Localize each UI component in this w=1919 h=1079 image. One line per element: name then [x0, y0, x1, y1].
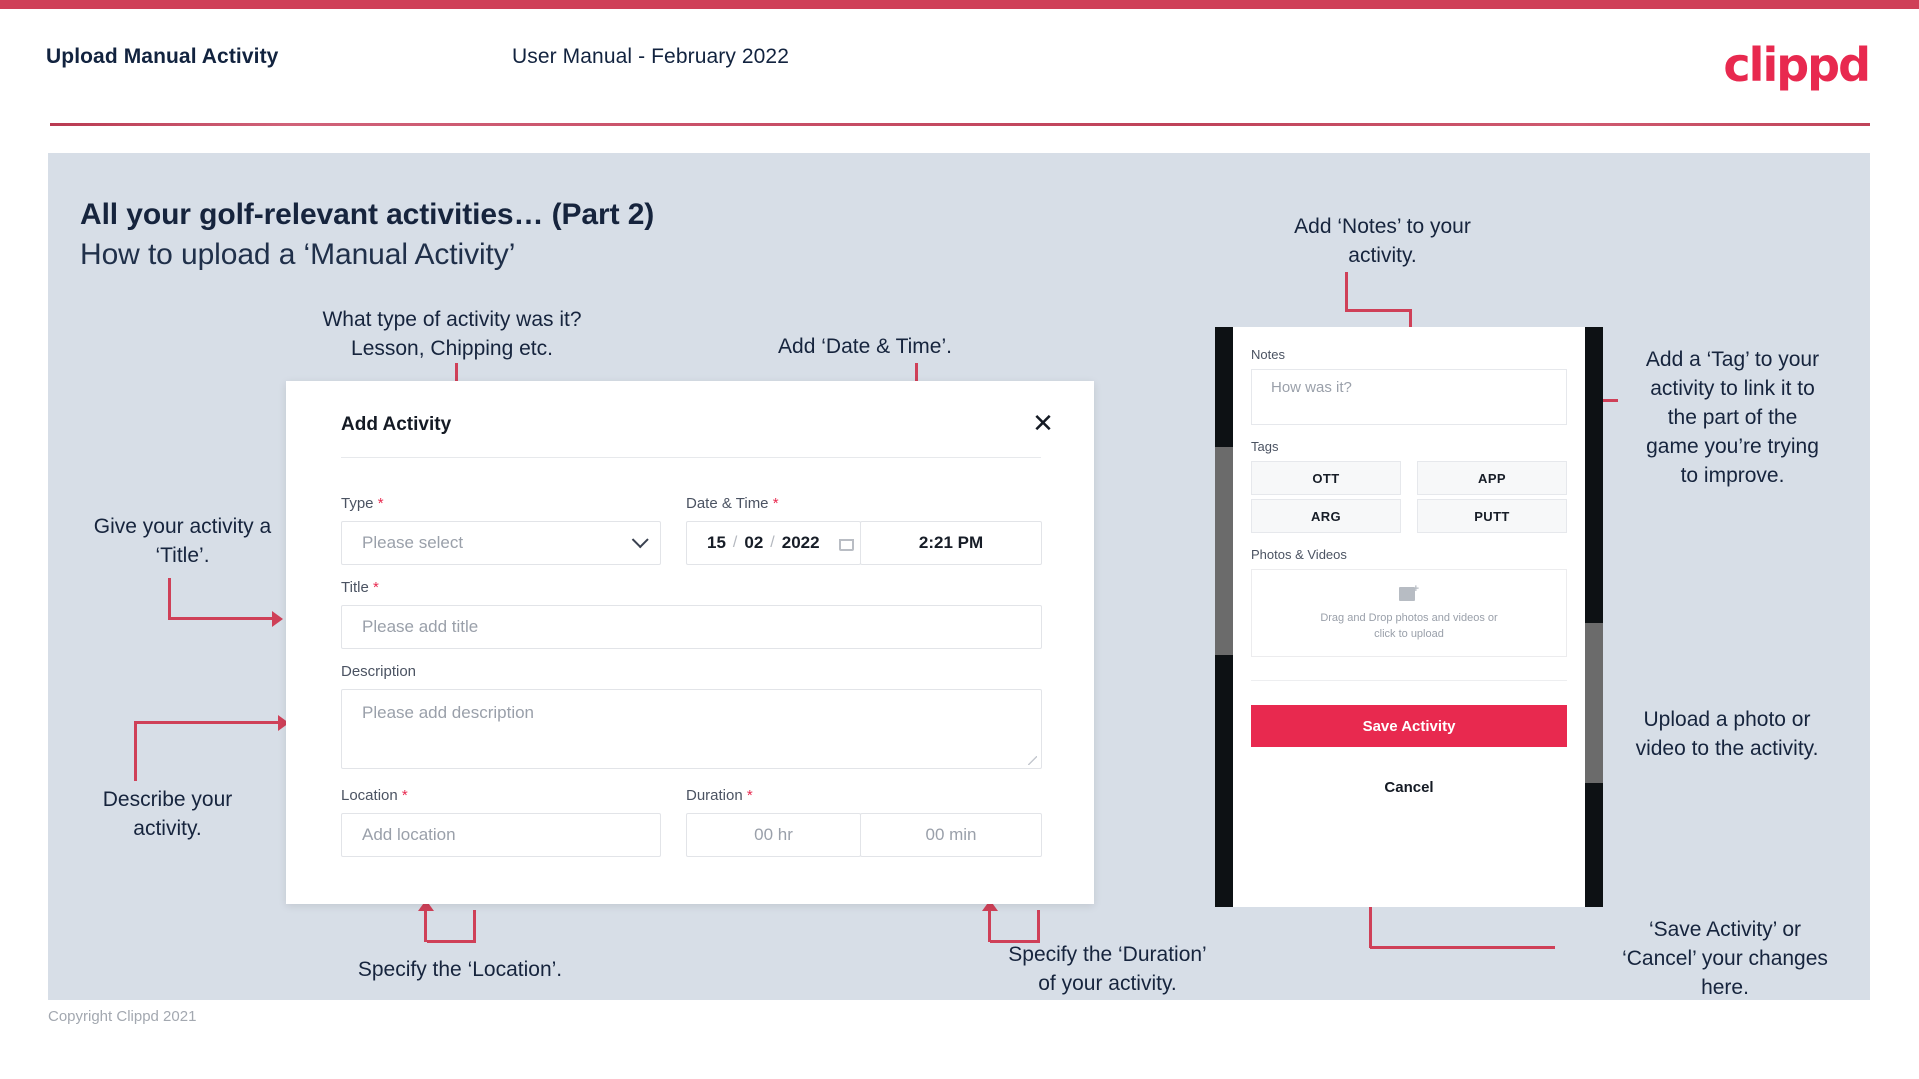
tag-app-label: APP	[1478, 470, 1506, 486]
resize-grip-icon[interactable]	[1028, 756, 1037, 765]
type-placeholder: Please select	[362, 533, 464, 552]
duration-required-marker: *	[746, 787, 753, 804]
date-sep-2: /	[770, 534, 775, 551]
title-placeholder: Please add title	[362, 617, 479, 636]
dialog-divider	[341, 457, 1041, 458]
close-icon[interactable]: ✕	[1026, 406, 1060, 440]
time-value: 2:21 PM	[918, 533, 984, 552]
annotation-duration: Specify the ‘Duration’ of your activity.	[1008, 943, 1207, 995]
tag-arg-label: ARG	[1310, 508, 1342, 524]
cancel-label: Cancel	[1384, 779, 1434, 796]
notes-textarea[interactable]	[1251, 369, 1567, 425]
notes-placeholder: How was it?	[1271, 379, 1352, 396]
phone-divider	[1251, 680, 1567, 681]
annotation-location: Specify the ‘Location’.	[357, 958, 563, 981]
tag-ott-label: OTT	[1312, 470, 1340, 486]
calendar-icon[interactable]	[838, 535, 854, 551]
duration-hours-input[interactable]: 00 hr	[686, 813, 861, 857]
duration-label-text: Duration	[686, 787, 743, 804]
save-activity-label: Save Activity	[1362, 717, 1456, 735]
location-label-text: Location	[341, 787, 398, 804]
phone-screen: Notes How was it? Tags OTT APP ARG PUTT …	[1233, 327, 1585, 907]
phone-left-button	[1215, 447, 1233, 655]
dialog-title: Add Activity	[341, 414, 452, 435]
date-input[interactable]: 15 / 02 / 2022	[686, 521, 861, 565]
annotation-photos: Upload a photo or video to the activity.	[1635, 708, 1819, 760]
clippd-logo: clippd	[1723, 38, 1871, 92]
page-title: All your golf-relevant activities… (Part…	[80, 198, 655, 231]
annotation-datetime: Add ‘Date & Time’.	[778, 335, 952, 358]
phone-mockup: Notes How was it? Tags OTT APP ARG PUTT …	[1215, 327, 1603, 907]
annotation-notes: Add ‘Notes’ to your activity.	[1294, 215, 1471, 267]
duration-minutes-input[interactable]: 00 min	[860, 813, 1042, 857]
add-image-icon: +	[1399, 583, 1419, 602]
type-label-text: Type	[341, 495, 374, 512]
duration-hours-placeholder: 00 hr	[754, 825, 793, 844]
datetime-required-marker: *	[772, 495, 779, 512]
notes-label: Notes	[1251, 347, 1285, 362]
header-title: Upload Manual Activity	[46, 45, 279, 68]
location-label: Location *	[341, 787, 408, 804]
dropzone-line-1: Drag and Drop photos and videos or	[1320, 611, 1498, 624]
photo-dropzone[interactable]: + Drag and Drop photos and videos or cli…	[1251, 569, 1567, 657]
duration-minutes-placeholder: 00 min	[925, 825, 977, 844]
annotation-save-cancel: ‘Save Activity’ or ‘Cancel’ your changes…	[1622, 918, 1828, 999]
save-activity-button[interactable]: Save Activity	[1251, 705, 1567, 747]
annotation-title: Give your activity a ‘Title’.	[93, 515, 272, 567]
date-day: 15	[707, 533, 726, 552]
tag-app[interactable]: APP	[1417, 461, 1567, 495]
header-subtitle: User Manual - February 2022	[512, 45, 789, 68]
description-label-text: Description	[341, 663, 417, 680]
tag-putt[interactable]: PUTT	[1417, 499, 1567, 533]
duration-label: Duration *	[686, 787, 753, 804]
time-input[interactable]: 2:21 PM	[860, 521, 1042, 565]
annotation-type: What type of activity was it? Lesson, Ch…	[322, 308, 582, 360]
phone-left-edge	[1215, 327, 1233, 907]
type-label: Type *	[341, 495, 384, 512]
top-accent-bar	[0, 0, 1919, 9]
tag-ott[interactable]: OTT	[1251, 461, 1401, 495]
photos-label: Photos & Videos	[1251, 547, 1347, 562]
title-label: Title *	[341, 579, 379, 596]
chevron-down-icon	[631, 531, 649, 549]
tag-arg[interactable]: ARG	[1251, 499, 1401, 533]
location-required-marker: *	[401, 787, 408, 804]
datetime-label: Date & Time *	[686, 495, 779, 512]
location-placeholder: Add location	[362, 825, 456, 844]
page-subtitle: How to upload a ‘Manual Activity’	[80, 238, 516, 271]
description-placeholder: Please add description	[362, 703, 535, 722]
title-label-text: Title	[341, 579, 369, 596]
location-input[interactable]: Add location	[341, 813, 661, 857]
tag-putt-label: PUTT	[1474, 508, 1510, 524]
dropzone-line-2: click to upload	[1374, 627, 1444, 640]
date-sep-1: /	[732, 534, 738, 551]
header-divider	[50, 123, 1870, 126]
title-required-marker: *	[372, 579, 379, 596]
date-month: 02	[744, 533, 764, 552]
add-activity-dialog: Add Activity ✕ Type * Please select Date…	[286, 381, 1094, 904]
phone-right-edge	[1585, 327, 1603, 907]
phone-right-button	[1585, 623, 1603, 783]
title-input[interactable]: Please add title	[341, 605, 1042, 649]
slide-root: Upload Manual Activity User Manual - Feb…	[0, 0, 1919, 1079]
description-label: Description	[341, 663, 416, 680]
type-required-marker: *	[377, 495, 384, 512]
footer-copyright: Copyright Clippd 2021	[48, 1008, 197, 1025]
cancel-button[interactable]: Cancel	[1251, 779, 1567, 796]
annotation-tags: Add a ‘Tag’ to your activity to link it …	[1645, 348, 1820, 487]
datetime-label-text: Date & Time	[686, 495, 769, 512]
type-select[interactable]: Please select	[341, 521, 661, 565]
date-year: 2022	[781, 533, 820, 552]
description-textarea[interactable]: Please add description	[341, 689, 1042, 769]
annotation-description: Describe your activity.	[102, 788, 233, 840]
tags-label: Tags	[1251, 439, 1279, 454]
